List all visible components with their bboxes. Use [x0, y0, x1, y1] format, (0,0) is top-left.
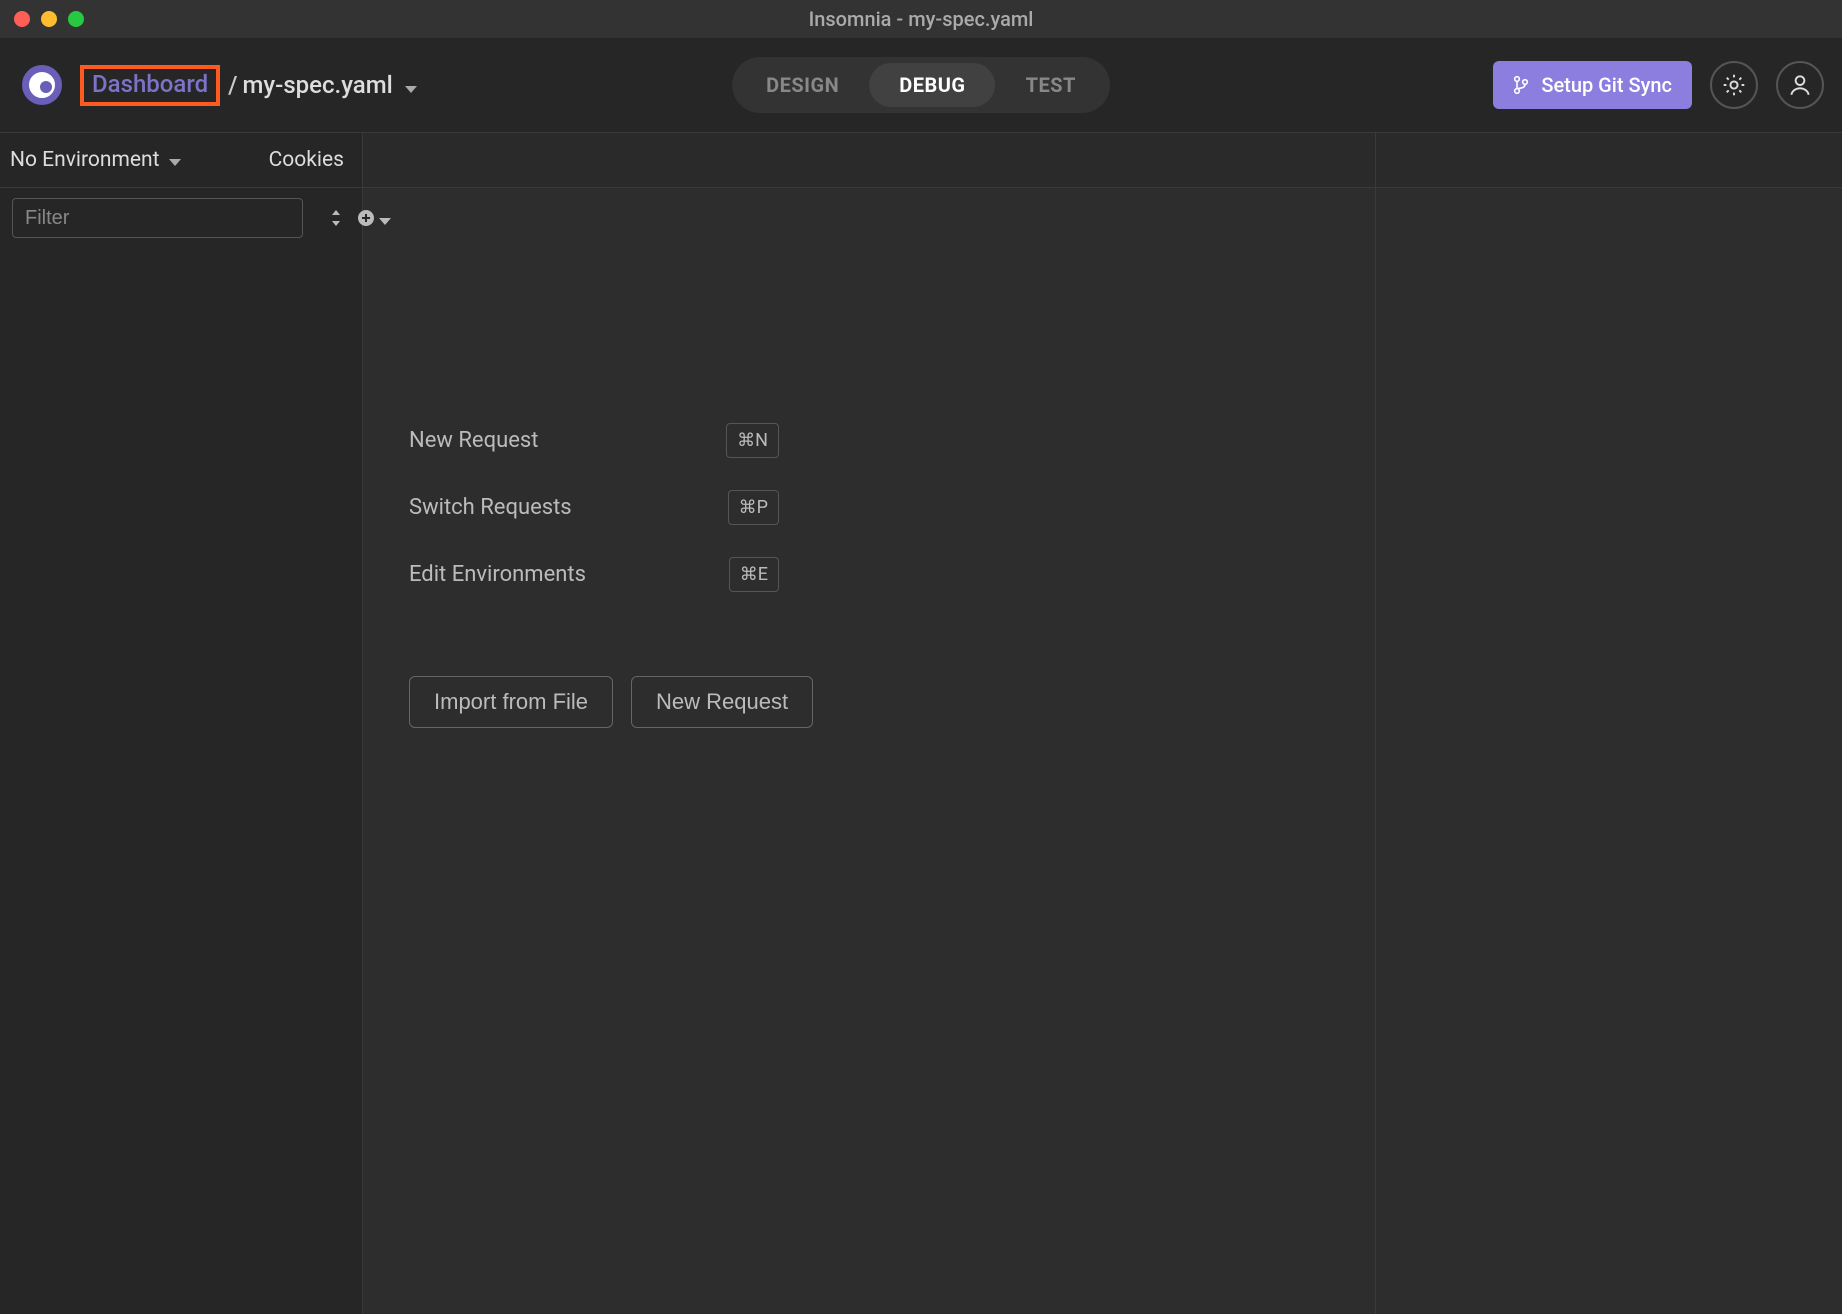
right-panel: [1376, 188, 1842, 1314]
shortcut-key: ⌘N: [726, 423, 779, 458]
new-request-button[interactable]: New Request: [631, 676, 813, 728]
center-panel-header: [363, 133, 1376, 187]
chevron-down-icon: [169, 148, 181, 172]
right-panel-header: [1376, 133, 1842, 187]
breadcrumb-caret-icon[interactable]: [405, 71, 417, 99]
tab-design[interactable]: DESIGN: [736, 63, 869, 107]
shortcut-key: ⌘E: [729, 557, 779, 592]
user-icon: [1787, 72, 1813, 98]
breadcrumb-file[interactable]: my-spec.yaml: [243, 71, 393, 99]
window-title: Insomnia - my-spec.yaml: [809, 7, 1034, 31]
window-controls: [14, 11, 84, 27]
cookies-button[interactable]: Cookies: [269, 148, 344, 172]
environment-label: No Environment: [10, 148, 159, 172]
window-minimize-icon[interactable]: [41, 11, 57, 27]
sidebar: No Environment Cookies: [0, 133, 363, 1314]
window-maximize-icon[interactable]: [68, 11, 84, 27]
git-sync-label: Setup Git Sync: [1541, 73, 1672, 97]
shortcut-edit-environments: Edit Environments ⌘E: [409, 557, 779, 592]
git-branch-icon: [1513, 75, 1529, 95]
titlebar: Insomnia - my-spec.yaml: [0, 0, 1842, 38]
shortcut-new-request: New Request ⌘N: [409, 423, 779, 458]
breadcrumb-dashboard[interactable]: Dashboard: [80, 65, 220, 106]
sort-button[interactable]: [329, 208, 343, 228]
settings-button[interactable]: [1710, 61, 1758, 109]
main-area: No Environment Cookies: [0, 133, 1842, 1314]
shortcut-switch-requests: Switch Requests ⌘P: [409, 490, 779, 525]
insomnia-logo-icon[interactable]: [22, 65, 62, 105]
center-panel: New Request ⌘N Switch Requests ⌘P Edit E…: [363, 188, 1376, 1314]
setup-git-sync-button[interactable]: Setup Git Sync: [1493, 61, 1692, 109]
account-button[interactable]: [1776, 61, 1824, 109]
mode-switch: DESIGN DEBUG TEST: [732, 57, 1110, 113]
panels-headerbar: [363, 133, 1842, 188]
breadcrumb: Dashboard / my-spec.yaml: [80, 65, 417, 106]
sort-icon: [329, 208, 343, 228]
import-from-file-button[interactable]: Import from File: [409, 676, 613, 728]
breadcrumb-separator: /: [228, 71, 237, 99]
shortcut-label: Edit Environments: [409, 562, 586, 587]
shortcut-label: New Request: [409, 428, 538, 453]
shortcut-label: Switch Requests: [409, 495, 572, 520]
app-header: Dashboard / my-spec.yaml DESIGN DEBUG TE…: [0, 38, 1842, 133]
tab-test[interactable]: TEST: [996, 63, 1106, 107]
tab-debug[interactable]: DEBUG: [869, 63, 995, 107]
shortcut-key: ⌘P: [728, 490, 779, 525]
environment-selector[interactable]: No Environment: [10, 148, 181, 172]
gear-icon: [1721, 72, 1747, 98]
filter-input[interactable]: [12, 198, 303, 238]
window-close-icon[interactable]: [14, 11, 30, 27]
